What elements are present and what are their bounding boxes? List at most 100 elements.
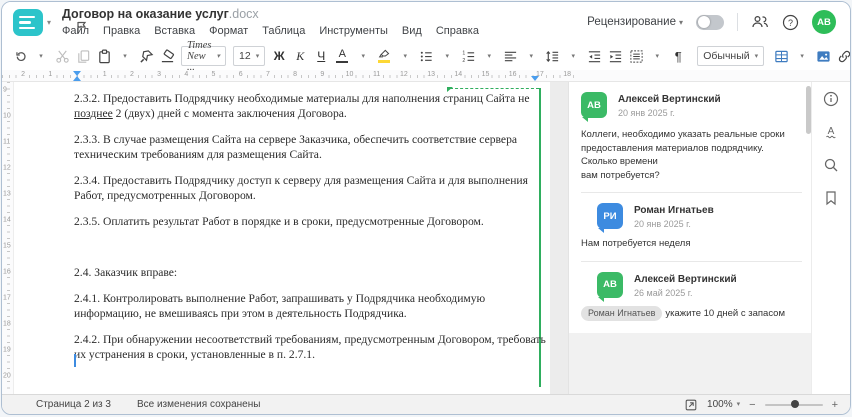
format-painter-icon[interactable]	[136, 45, 156, 67]
paragraph-2-3-3: 2.3.3. В случае размещения Сайта на серв…	[74, 133, 518, 161]
bullet-list-caret[interactable]: ▾	[437, 45, 457, 67]
increase-indent-icon[interactable]	[605, 45, 625, 67]
menu-table[interactable]: Таблица	[262, 25, 305, 37]
chevron-down-icon: ▾	[255, 52, 260, 60]
zoom-slider[interactable]	[764, 400, 823, 408]
line-spacing-caret[interactable]: ▾	[563, 45, 583, 67]
horizontal-ruler[interactable]: 2 1 1 2 3 4 5 6 7 8 9 10 11 12 13 14 15 16 17 18	[2, 70, 850, 82]
ruler-number: 16	[506, 71, 519, 78]
paste-caret[interactable]: ▾	[115, 45, 135, 67]
app-menu-caret-icon[interactable]: ▾	[47, 18, 51, 27]
ruler-number: 10	[3, 111, 11, 121]
divider	[581, 260, 802, 262]
paragraph-2-4-1: 2.4.1. Контролировать выполнение Работ, …	[74, 292, 486, 320]
paragraph-spacing-icon[interactable]	[626, 45, 646, 67]
menu-bar: Файл Правка Вставка Формат Таблица Инстр…	[62, 25, 479, 37]
paragraph-style-select[interactable]: Обычный ▾	[697, 46, 765, 66]
paragraph-spacing-caret[interactable]: ▾	[647, 45, 667, 67]
zoom-in-button[interactable]: +	[832, 399, 838, 411]
line-spacing-icon[interactable]	[542, 45, 562, 67]
chevron-down-icon: ▾	[736, 401, 741, 408]
zoom-out-button[interactable]: −	[749, 399, 755, 411]
image-icon[interactable]	[813, 45, 833, 67]
chevron-down-icon: ▾	[678, 18, 683, 27]
zoom-level-select[interactable]: 100% ▾	[707, 399, 740, 410]
font-size-select[interactable]: 12 ▾	[233, 46, 266, 66]
align-caret[interactable]: ▾	[521, 45, 541, 67]
undo-caret[interactable]: ▾	[31, 45, 51, 67]
numbered-list-icon[interactable]: 12	[458, 45, 478, 67]
ruler-number: 1	[46, 71, 55, 78]
tracked-insertion: позднее	[74, 107, 113, 120]
ruler-number: 8	[291, 71, 300, 78]
bold-button[interactable]: Ж	[269, 45, 289, 67]
user-avatar[interactable]: АВ	[812, 10, 836, 34]
menu-edit[interactable]: Правка	[103, 25, 140, 37]
clear-style-icon[interactable]	[157, 45, 177, 67]
align-button[interactable]	[500, 45, 520, 67]
menu-tools[interactable]: Инструменты	[319, 25, 388, 37]
left-indent-marker[interactable]	[73, 75, 81, 81]
search-icon[interactable]	[823, 156, 840, 173]
chevron-down-icon: ▾	[754, 52, 759, 60]
font-color-caret[interactable]: ▾	[353, 45, 373, 67]
comment-thread[interactable]: АВ Алексей Вертинский 20 янв 2025 г. Кол…	[569, 82, 814, 333]
document-page[interactable]: 2.3.2. Предоставить Подрядчику необходим…	[14, 82, 550, 394]
text-cursor	[74, 354, 76, 367]
mention-chip[interactable]: Роман Игнатьев	[581, 305, 663, 321]
comment-text: Нам потребуется неделя	[581, 238, 691, 249]
app-menu-button[interactable]	[13, 9, 43, 36]
decrease-indent-icon[interactable]	[584, 45, 604, 67]
ruler-number: 11	[371, 71, 383, 78]
link-icon[interactable]	[834, 45, 850, 67]
collaborators-icon[interactable]	[751, 14, 769, 30]
paragraph-2-3-2: 2.3.2. Предоставить Подрядчику необходим…	[74, 92, 530, 120]
menu-insert[interactable]: Вставка	[154, 25, 195, 37]
menu-view[interactable]: Вид	[402, 25, 422, 37]
paste-button[interactable]	[94, 45, 114, 67]
header: ▾ Договор на оказание услуг.docx Файл Пр…	[2, 2, 850, 42]
comment-item: АВ Алексей Вертинский 20 янв 2025 г. Кол…	[581, 92, 802, 182]
copy-button[interactable]	[73, 45, 93, 67]
editor-area: 2.3.2. Предоставить Подрядчику необходим…	[2, 82, 850, 394]
underline-button[interactable]: Ч	[311, 45, 331, 67]
comment-date: 20 янв 2025 г.	[618, 108, 675, 118]
page-indicator[interactable]: Страница 2 из 3	[36, 399, 111, 410]
zoom-slider-handle[interactable]	[790, 400, 799, 408]
info-icon[interactable]	[823, 90, 840, 107]
review-toggle[interactable]	[696, 14, 724, 30]
help-icon[interactable]: ?	[782, 14, 799, 31]
review-mode-dropdown[interactable]: Рецензирование ▾	[587, 16, 683, 28]
document-title-text: Договор на оказание услуг	[62, 7, 229, 21]
table-icon[interactable]	[771, 45, 791, 67]
right-indent-marker[interactable]	[531, 75, 539, 81]
vertical-ruler[interactable]: 9 10 11 12 13 14 15 16 17 18 19 20	[2, 82, 14, 394]
italic-button[interactable]: К	[290, 45, 310, 67]
ruler-number: 12	[3, 163, 11, 173]
menu-file[interactable]: Файл	[62, 25, 89, 37]
ruler-number: 2	[127, 71, 136, 78]
font-color-button[interactable]: А	[332, 45, 352, 67]
cut-button[interactable]	[52, 45, 72, 67]
font-name-select[interactable]: Times New ... ▾	[181, 40, 227, 73]
svg-text:2: 2	[462, 58, 465, 64]
document-title-extension: .docx	[228, 7, 259, 21]
bookmark-icon[interactable]	[823, 189, 840, 206]
highlight-color-button[interactable]	[374, 45, 394, 67]
undo-button[interactable]	[10, 45, 30, 67]
bullet-list-icon[interactable]	[416, 45, 436, 67]
document-text[interactable]: 2.3.2. Предоставить Подрядчику необходим…	[74, 91, 548, 373]
menu-help[interactable]: Справка	[436, 25, 479, 37]
paragraph-2-3-5: 2.3.5. Оплатить результат Работ в порядк…	[74, 215, 484, 228]
table-caret[interactable]: ▾	[792, 45, 812, 67]
comment-avatar: РИ	[597, 203, 623, 233]
spellcheck-icon[interactable]: А	[823, 123, 840, 140]
nonprinting-chars-button[interactable]: ¶	[668, 45, 688, 67]
status-bar: Страница 2 из 3 Все изменения сохранены …	[2, 394, 850, 414]
fit-page-icon[interactable]	[684, 398, 698, 412]
numbered-list-caret[interactable]: ▾	[479, 45, 499, 67]
highlight-caret[interactable]: ▾	[395, 45, 415, 67]
menu-format[interactable]: Формат	[209, 25, 248, 37]
ruler-number: 20	[3, 371, 11, 381]
ruler-number: 15	[3, 241, 11, 251]
